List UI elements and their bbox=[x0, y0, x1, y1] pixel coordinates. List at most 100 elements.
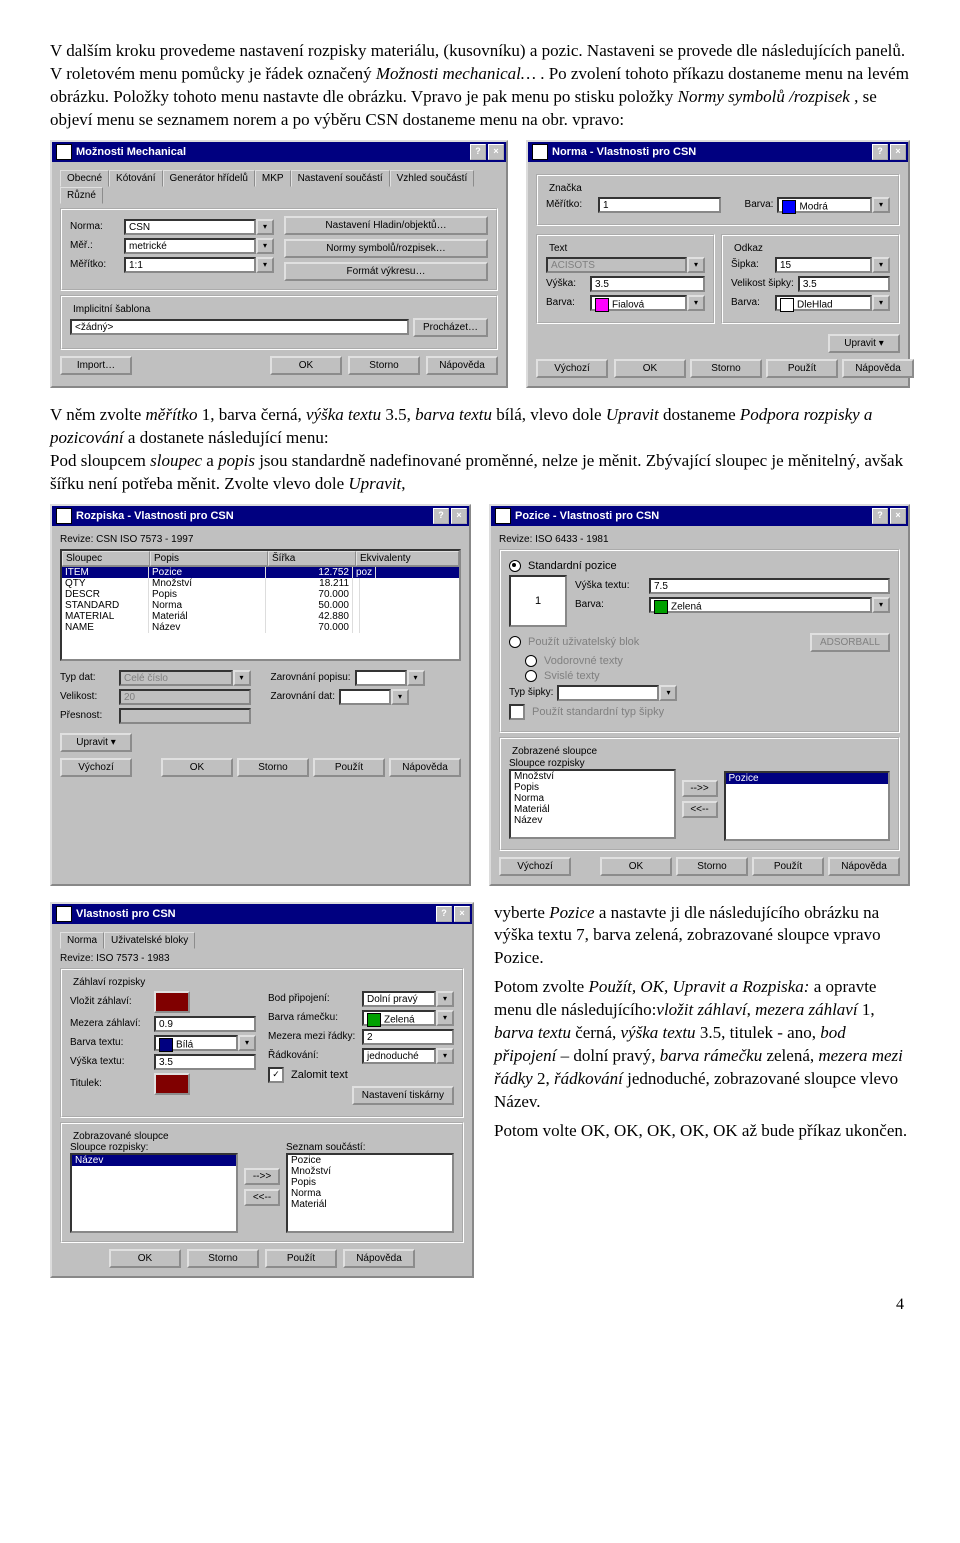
table-row[interactable]: QTYMnožství18.211 bbox=[62, 578, 459, 589]
pres-input[interactable] bbox=[119, 708, 251, 724]
list-item[interactable]: Popis bbox=[288, 1177, 452, 1188]
zar-popisu-dropdown[interactable]: ▾ bbox=[355, 670, 425, 686]
left-listbox[interactable]: Množství Popis Norma Materiál Název bbox=[509, 769, 676, 839]
storno-button[interactable]: Storno bbox=[676, 857, 748, 876]
close-icon[interactable]: × bbox=[451, 508, 467, 524]
vyska-input[interactable]: 3.5 bbox=[590, 276, 705, 292]
chevron-down-icon[interactable]: ▾ bbox=[256, 257, 274, 273]
tab-nast-soucasti[interactable]: Nastavení součástí bbox=[291, 170, 390, 187]
chevron-down-icon[interactable]: ▾ bbox=[872, 295, 890, 311]
chevron-down-icon[interactable]: ▾ bbox=[436, 1048, 454, 1064]
meritko-input[interactable]: 1 bbox=[598, 197, 721, 213]
remove-button[interactable]: <<-- bbox=[682, 801, 718, 818]
pouzit-button[interactable]: Použít bbox=[313, 758, 385, 777]
chevron-down-icon[interactable]: ▾ bbox=[256, 219, 274, 235]
columns-table[interactable]: Sloupec Popis Šířka Ekvivalenty ITEMPozi… bbox=[60, 549, 461, 661]
storno-button[interactable]: Storno bbox=[690, 359, 762, 378]
vychozi-button[interactable]: Výchozí bbox=[536, 359, 608, 378]
list-item[interactable]: Pozice bbox=[288, 1155, 452, 1166]
ok-button[interactable]: OK bbox=[270, 356, 342, 375]
storno-button[interactable]: Storno bbox=[237, 758, 309, 777]
norma-dropdown[interactable]: CSN▾ bbox=[124, 219, 274, 235]
vychozi-button[interactable]: Výchozí bbox=[60, 758, 132, 777]
barva-dropdown[interactable]: Zelená▾ bbox=[649, 597, 890, 613]
help-icon[interactable]: ? bbox=[872, 508, 888, 524]
sipka-dropdown[interactable]: 15▾ bbox=[775, 257, 890, 273]
help-icon[interactable]: ? bbox=[470, 144, 486, 160]
nastaveni-hladin-button[interactable]: Nastavení Hladin/objektů… bbox=[284, 216, 488, 235]
right-listbox[interactable]: Pozice bbox=[724, 771, 891, 841]
tab-vzhled[interactable]: Vzhled součástí bbox=[390, 170, 475, 187]
ok-button[interactable]: OK bbox=[600, 857, 672, 876]
napoveda-button[interactable]: Nápověda bbox=[426, 356, 498, 375]
chevron-down-icon[interactable]: ▾ bbox=[436, 1010, 454, 1026]
tab-uziv-bloky[interactable]: Uživatelské bloky bbox=[104, 932, 195, 949]
mezera-input[interactable]: 0.9 bbox=[154, 1016, 256, 1032]
list-item[interactable]: Množství bbox=[511, 771, 674, 782]
close-icon[interactable]: × bbox=[454, 906, 470, 922]
vlozit-toggle[interactable] bbox=[154, 991, 190, 1013]
meritko-dropdown[interactable]: 1:1▾ bbox=[124, 257, 274, 273]
table-row[interactable]: ITEMPozice12.752poz bbox=[62, 567, 459, 578]
vychozi-button[interactable]: Výchozí bbox=[499, 857, 571, 876]
list-item[interactable]: Materiál bbox=[511, 804, 674, 815]
upravit-button[interactable]: Upravit ▾ bbox=[60, 733, 132, 752]
tab-gen-hridel[interactable]: Generátor hřídelů bbox=[163, 170, 255, 187]
barva-textu-dropdown[interactable]: Bílá▾ bbox=[154, 1035, 256, 1051]
ok-button[interactable]: OK bbox=[161, 758, 233, 777]
chevron-down-icon[interactable]: ▾ bbox=[391, 689, 409, 705]
napoveda-button[interactable]: Nápověda bbox=[389, 758, 461, 777]
prochazet-button[interactable]: Procházet… bbox=[413, 318, 488, 337]
napoveda-button[interactable]: Nápověda bbox=[828, 857, 900, 876]
help-icon[interactable]: ? bbox=[433, 508, 449, 524]
chevron-down-icon[interactable]: ▾ bbox=[407, 670, 425, 686]
list-item[interactable]: Pozice bbox=[726, 773, 889, 784]
tab-norma[interactable]: Norma bbox=[60, 932, 104, 949]
vyska-textu-input[interactable]: 7.5 bbox=[649, 578, 890, 594]
normy-symbolu-button[interactable]: Normy symbolů/rozpisek… bbox=[284, 239, 488, 258]
tab-kotovani[interactable]: Kótování bbox=[109, 170, 162, 187]
bod-pripojeni-dropdown[interactable]: Dolní pravý▾ bbox=[362, 991, 454, 1007]
napoveda-button[interactable]: Nápověda bbox=[842, 359, 914, 378]
list-item[interactable]: Popis bbox=[511, 782, 674, 793]
zalomit-checkbox[interactable]: ✓ bbox=[268, 1067, 284, 1083]
chevron-down-icon[interactable]: ▾ bbox=[659, 685, 677, 701]
std-sipka-checkbox[interactable] bbox=[509, 704, 525, 720]
typdat-dropdown[interactable]: Celé číslo▾ bbox=[119, 670, 251, 686]
list-item[interactable]: Norma bbox=[288, 1188, 452, 1199]
tab-obecne[interactable]: Obecné bbox=[60, 170, 109, 187]
ok-button[interactable]: OK bbox=[109, 1249, 181, 1268]
std-pozice-radio[interactable] bbox=[509, 560, 521, 572]
list-item[interactable]: Materiál bbox=[288, 1199, 452, 1210]
chevron-down-icon[interactable]: ▾ bbox=[687, 295, 705, 311]
list-item[interactable]: Množství bbox=[288, 1166, 452, 1177]
table-row[interactable]: DESCRPopis70.000 bbox=[62, 589, 459, 600]
radkovani-dropdown[interactable]: jednoduché▾ bbox=[362, 1048, 454, 1064]
table-row[interactable]: STANDARDNorma50.000 bbox=[62, 600, 459, 611]
template-input[interactable]: <žádný> bbox=[70, 319, 409, 335]
pouzit-button[interactable]: Použít bbox=[766, 359, 838, 378]
ok-button[interactable]: OK bbox=[614, 359, 686, 378]
storno-button[interactable]: Storno bbox=[187, 1249, 259, 1268]
barva-ramecku-dropdown[interactable]: Zelená▾ bbox=[362, 1010, 454, 1026]
table-row[interactable]: NAMENázev70.000 bbox=[62, 622, 459, 633]
chevron-down-icon[interactable]: ▾ bbox=[238, 1035, 256, 1051]
chevron-down-icon[interactable]: ▾ bbox=[872, 257, 890, 273]
left-listbox[interactable]: Název bbox=[70, 1153, 238, 1233]
chevron-down-icon[interactable]: ▾ bbox=[233, 670, 251, 686]
close-icon[interactable]: × bbox=[890, 508, 906, 524]
help-icon[interactable]: ? bbox=[436, 906, 452, 922]
add-button[interactable]: -->> bbox=[244, 1168, 280, 1185]
format-vykresu-button[interactable]: Formát výkresu… bbox=[284, 262, 488, 281]
chevron-down-icon[interactable]: ▾ bbox=[687, 257, 705, 273]
remove-button[interactable]: <<-- bbox=[244, 1189, 280, 1206]
chevron-down-icon[interactable]: ▾ bbox=[872, 597, 890, 613]
mer-dropdown[interactable]: metrické▾ bbox=[124, 238, 274, 254]
chevron-down-icon[interactable]: ▾ bbox=[436, 991, 454, 1007]
zar-dat-dropdown[interactable]: ▾ bbox=[339, 689, 409, 705]
help-icon[interactable]: ? bbox=[872, 144, 888, 160]
close-icon[interactable]: × bbox=[488, 144, 504, 160]
chevron-down-icon[interactable]: ▾ bbox=[256, 238, 274, 254]
nastaveni-tiskarny-button[interactable]: Nastavení tiskárny bbox=[352, 1086, 454, 1105]
pouzit-button[interactable]: Použít bbox=[265, 1249, 337, 1268]
